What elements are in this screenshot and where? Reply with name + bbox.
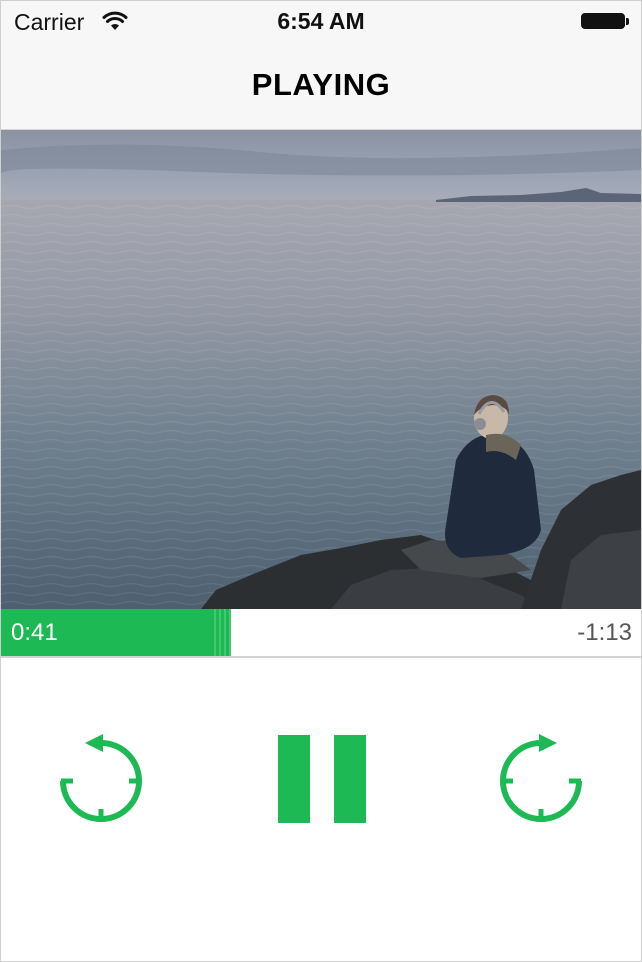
elapsed-time: 0:41: [11, 619, 58, 646]
fast-forward-button[interactable]: [491, 731, 591, 831]
fast-forward-icon: [491, 731, 591, 831]
navigation-bar: PLAYING: [1, 41, 641, 130]
clock: 6:54 AM: [277, 8, 365, 34]
pause-icon: [276, 734, 366, 824]
rewind-icon: [51, 731, 151, 831]
remaining-time: -1:13: [577, 619, 632, 646]
rewind-button[interactable]: [51, 731, 151, 831]
status-bar: Carrier 6:54 AM: [1, 1, 641, 41]
battery-icon: [581, 13, 629, 29]
progress-scrubber[interactable]: [211, 609, 231, 656]
pause-button[interactable]: [276, 734, 366, 824]
page-title: PLAYING: [251, 67, 391, 102]
album-artwork: [1, 130, 641, 609]
playback-progress-bar[interactable]: 0:41 -1:13: [1, 609, 641, 658]
playback-controls: [1, 658, 641, 961]
app-window: Carrier 6:54 AM PLAYING 0:41 -1:13: [0, 0, 642, 962]
